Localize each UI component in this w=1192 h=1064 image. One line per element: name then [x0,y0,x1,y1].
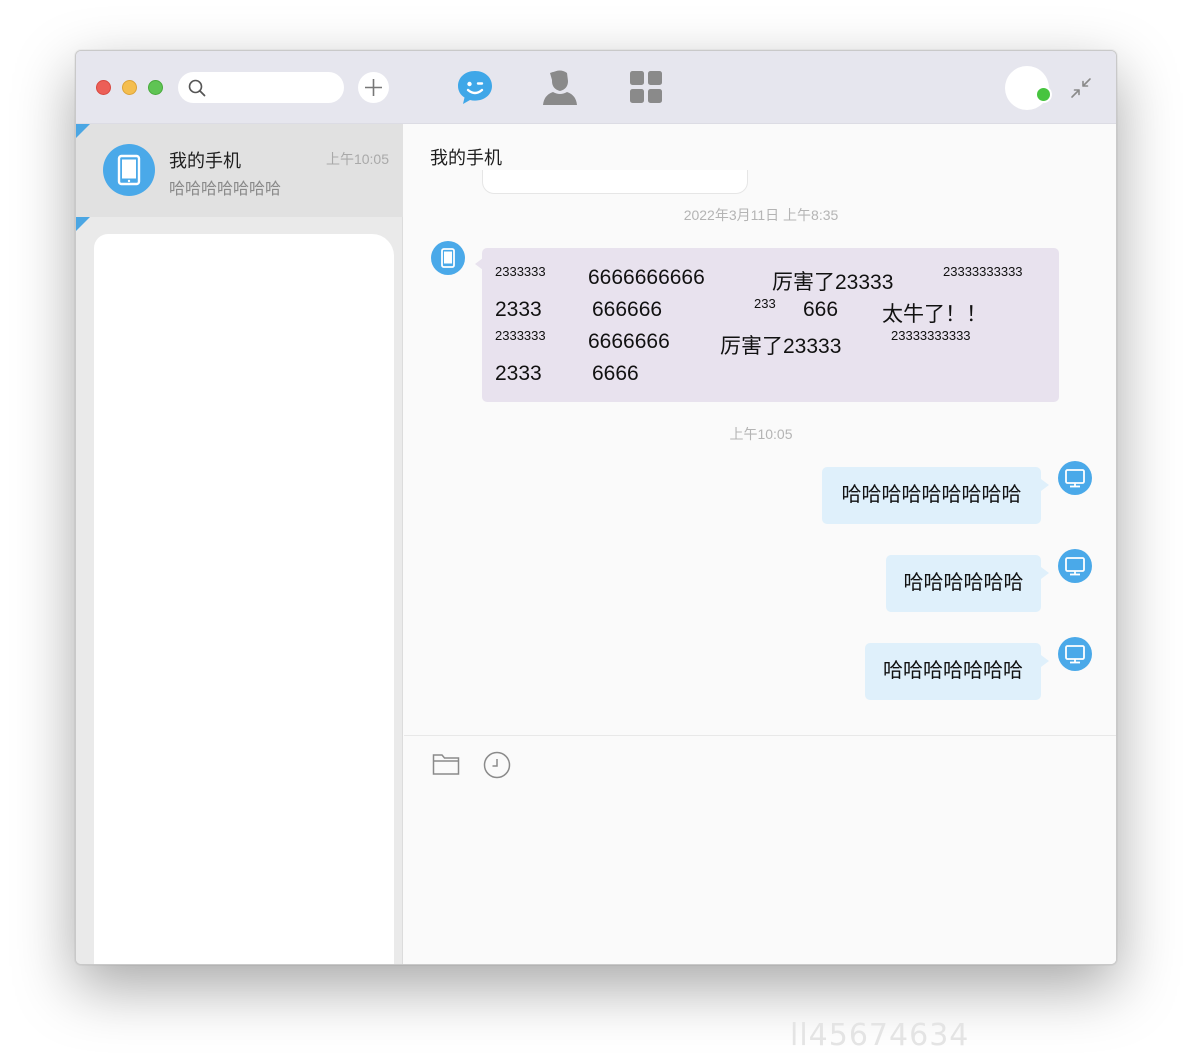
message-text: 厉害了23333 [772,271,894,294]
incoming-message-bubble[interactable]: 2333333 6666666666 厉害了23333 23333333333 … [475,248,1059,402]
message-input[interactable] [430,796,1090,946]
pin-marker [76,124,90,138]
add-button[interactable] [358,72,389,103]
contacts-icon[interactable] [540,67,580,107]
chat-title: 我的手机 [430,148,502,168]
outgoing-message-bubble[interactable]: 哈哈哈哈哈哈 [886,555,1049,612]
computer-icon [1065,645,1085,664]
online-status-badge [1035,86,1052,103]
message-text: 太牛了！！ [882,303,987,326]
avatar [103,144,155,196]
message-text: 6666666666 [588,266,705,289]
app-window: 我的手机 上午10:05 哈哈哈哈哈哈哈 我的手机 2022年3月11日 上午8… [75,50,1117,965]
message-timestamp: 2022年3月11日 上午8:35 [683,207,839,223]
history-icon[interactable] [483,751,511,779]
bubble-tail [1041,567,1049,579]
message-text: 2333 [495,298,542,321]
pin-marker [76,217,90,231]
outgoing-message-bubble[interactable]: 哈哈哈哈哈哈哈哈哈 [822,467,1049,524]
phone-icon [441,248,455,268]
message-line: 2333 6666 [495,358,1055,386]
bubble-tail [1041,479,1049,491]
message-text: 2333 [495,362,542,385]
message-timestamp: 上午10:05 [729,426,793,442]
phone-icon [117,154,141,186]
avatar [1058,637,1092,671]
outgoing-message-bubble[interactable]: 哈哈哈哈哈哈哈 [865,643,1049,700]
message-text: 233 [754,296,776,311]
message-text: 23333333333 [943,264,1023,279]
minimize-window-button[interactable] [122,80,137,95]
message-text: 6666666 [588,330,670,353]
computer-icon [1065,469,1085,488]
avatar [431,241,465,275]
message-text: 哈哈哈哈哈哈哈 [883,660,1023,682]
session-list: 我的手机 上午10:05 哈哈哈哈哈哈哈 [76,124,403,964]
message-text: 厉害了23333 [720,335,842,358]
shrink-window-icon[interactable] [1069,76,1093,100]
maximize-window-button[interactable] [148,80,163,95]
session-time: 上午10:05 [325,151,389,167]
previous-message-bubble [482,170,748,194]
title-bar [76,51,1116,124]
avatar [1058,549,1092,583]
chat-icon[interactable] [455,67,495,107]
message-text: 2333333 [495,264,546,279]
message-line: 2333333 6666666 厉害了23333 23333333333 [495,326,1055,358]
message-text: 666666 [592,298,663,321]
message-text: 6666 [592,362,639,385]
chat-panel: 我的手机 2022年3月11日 上午8:35 2333333 666666666… [404,124,1116,964]
message-text: 哈哈哈哈哈哈哈哈哈 [841,484,1022,506]
computer-icon [1065,557,1085,576]
search-icon [188,79,206,97]
message-text: 2333333 [495,328,546,343]
search-box[interactable] [178,72,344,103]
session-name: 我的手机 [169,151,241,171]
bubble-tail [1041,655,1049,667]
search-input[interactable] [212,72,336,103]
avatar [1058,461,1092,495]
redacted-area [94,234,394,964]
message-text: 23333333333 [891,328,971,343]
message-line: 2333333 6666666666 厉害了23333 23333333333 [495,262,1055,294]
message-text: 666 [803,298,839,321]
plus-icon [365,79,382,96]
message-composer [404,735,1116,964]
message-line: 2333 666666 233 666 太牛了！！ [495,294,1055,326]
bubble-tail [475,258,483,270]
apps-grid-icon[interactable] [626,67,666,107]
close-window-button[interactable] [96,80,111,95]
folder-icon[interactable] [432,752,460,776]
watermark-text: ll45674634 [790,1018,970,1053]
session-item-my-phone[interactable]: 我的手机 上午10:05 哈哈哈哈哈哈哈 [76,124,403,217]
session-preview: 哈哈哈哈哈哈哈 [169,181,282,198]
message-text: 哈哈哈哈哈哈 [903,572,1024,594]
